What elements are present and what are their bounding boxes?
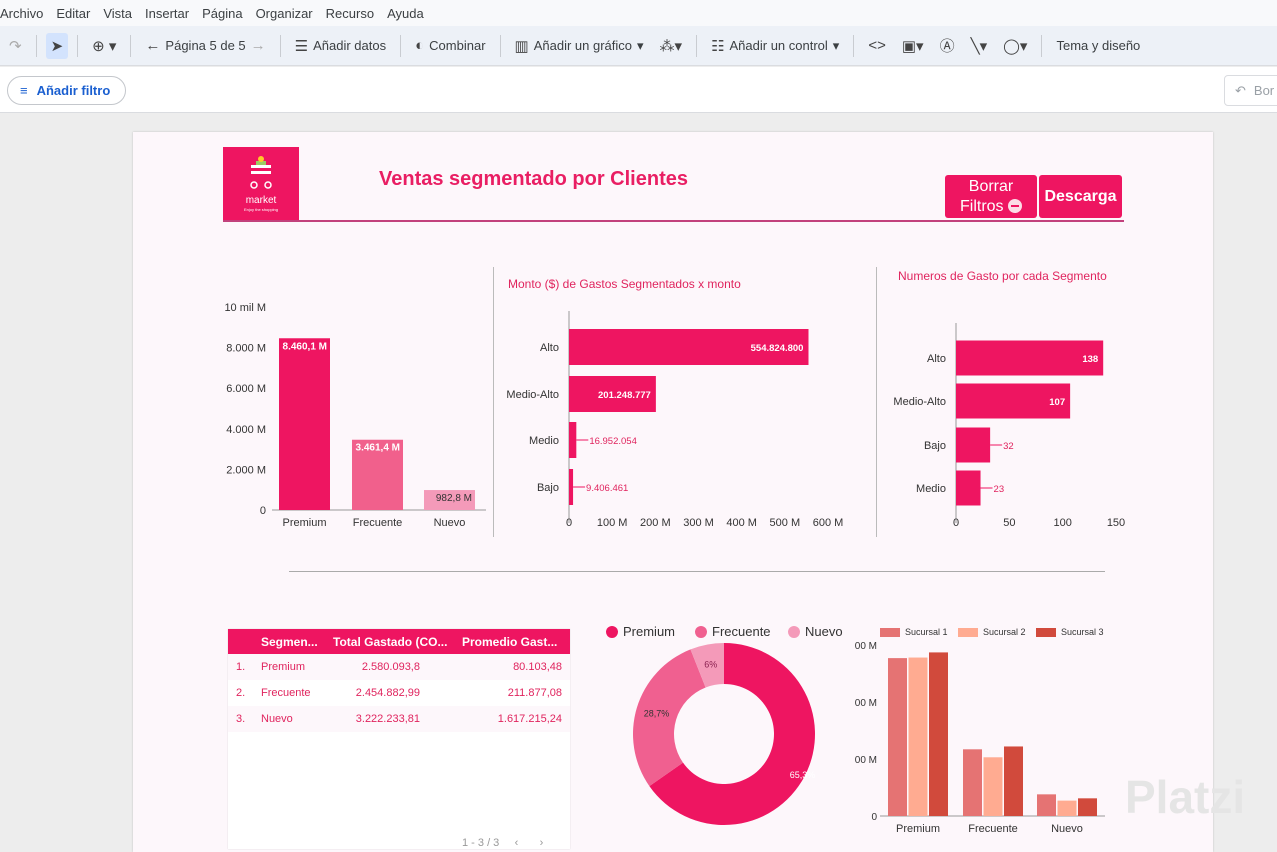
data-label: 554.824.800 [751,343,804,354]
y-tick-label: 00 M [855,755,877,766]
x-tick-label: 300 M [683,517,714,529]
data-label: 8.460,1 M [283,341,327,352]
x-tick-label: 0 [566,517,572,529]
bar-frecuente-sucursal-2 [983,757,1003,816]
data-label: 138 [1082,354,1098,365]
bar-medio [956,470,981,506]
y-tick-label: Medio [916,483,946,495]
slice-label: 28,7% [644,709,670,719]
bar-nuevo-sucursal-3 [1078,798,1097,816]
x-tick-label: 50 [1003,517,1015,529]
y-tick-label: 00 M [855,698,877,709]
x-tick-label: Premium [896,823,940,835]
y-tick-label: 8.000 M [226,343,266,355]
bar-medio [569,422,577,458]
x-tick-label: Premium [282,517,326,529]
y-tick-label: 2.000 M [226,464,266,476]
bar-bajo [956,427,991,463]
y-tick-label: Medio [529,435,559,447]
x-tick-label: 100 [1053,517,1071,529]
data-label: 23 [994,484,1005,495]
y-tick-label: Medio-Alto [893,396,946,408]
x-tick-label: 500 M [770,517,801,529]
data-label: 32 [1003,441,1014,452]
bar-premium [279,338,330,510]
x-tick-label: 400 M [726,517,757,529]
bar-frecuente-sucursal-3 [1004,746,1023,816]
data-label: 201.248.777 [598,390,651,401]
x-tick-label: 100 M [597,517,628,529]
bar-frecuente-sucursal-1 [963,749,982,816]
y-tick-label: Alto [540,342,559,354]
y-tick-label: 0 [871,812,877,823]
y-tick-label: Bajo [537,482,559,494]
y-tick-label: 6.000 M [226,383,266,395]
bar-premium-sucursal-3 [929,652,948,816]
y-tick-label: Alto [927,353,946,365]
bar-premium-sucursal-1 [888,658,907,816]
x-tick-label: Frecuente [353,517,403,529]
y-tick-label: 0 [260,505,266,517]
bar-premium-sucursal-2 [908,657,928,816]
slice-label: 6% [704,660,717,670]
bar-nuevo-sucursal-1 [1037,794,1056,816]
data-label: 16.952.054 [589,436,637,447]
x-tick-label: 150 [1107,517,1125,529]
x-tick-label: Nuevo [1051,823,1083,835]
charts-layer: 0 2.000 M 4.000 M 6.000 M 8.000 M 10 mil M 8.4… [224,302,1125,835]
x-tick-label: Frecuente [968,823,1018,835]
slice-label: 65,3% [790,770,816,780]
y-tick-label: Medio-Alto [506,389,559,401]
y-tick-label: 10 mil M [224,302,266,314]
y-tick-label: 00 M [855,641,877,652]
x-tick-label: 0 [953,517,959,529]
data-label: 982,8 M [436,493,472,504]
data-label: 9.406.461 [586,483,628,494]
x-tick-label: 600 M [813,517,844,529]
y-tick-label: 4.000 M [226,424,266,436]
x-tick-label: Nuevo [434,517,466,529]
bar-nuevo-sucursal-2 [1057,800,1077,816]
y-tick-label: Bajo [924,440,946,452]
bar-alto [956,340,1104,376]
data-label: 3.461,4 M [356,443,400,454]
bar-bajo [569,469,574,505]
x-tick-label: 200 M [640,517,671,529]
data-label: 107 [1049,397,1065,408]
